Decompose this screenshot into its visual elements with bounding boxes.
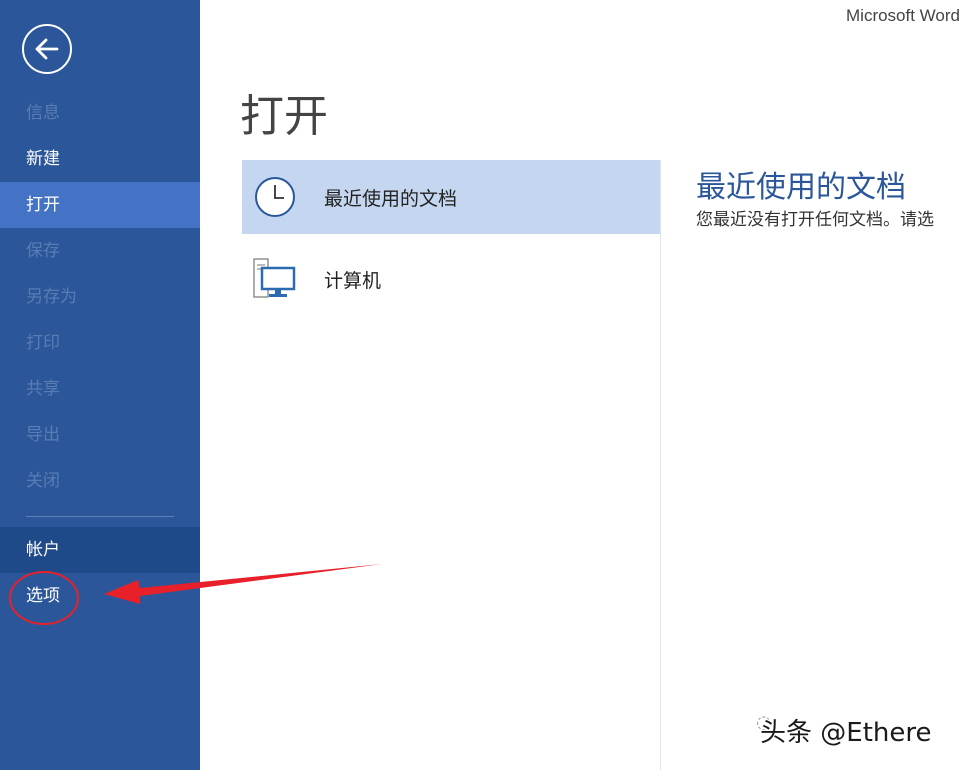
nav-new[interactable]: 新建 — [0, 136, 200, 182]
place-recent[interactable]: 最近使用的文档 — [242, 160, 660, 234]
place-label: 最近使用的文档 — [324, 187, 458, 210]
arrow-left-icon — [35, 38, 59, 60]
watermark-text: 头条 @Ethere — [760, 718, 932, 748]
nav-export: 导出 — [26, 425, 60, 445]
nav-share: 共享 — [26, 379, 60, 399]
nav-save: 保存 — [26, 241, 60, 261]
nav-save-as: 另存为 — [26, 287, 77, 307]
recent-documents-heading: 最近使用的文档 — [696, 170, 906, 205]
recent-documents-empty-message: 您最近没有打开任何文档。请选 — [696, 210, 934, 230]
sidebar-divider — [26, 516, 174, 517]
nav-open[interactable]: 打开 — [0, 182, 200, 228]
backstage-sidebar: 信息 新建 打开 保存 另存为 打印 共享 导出 关闭 帐户 选项 — [0, 0, 200, 770]
nav-account[interactable]: 帐户 — [0, 527, 200, 573]
place-label: 计算机 — [324, 269, 382, 292]
nav-close: 关闭 — [26, 471, 60, 491]
open-places-list: 最近使用的文档 计算机 — [242, 160, 660, 316]
back-button[interactable] — [22, 24, 72, 74]
nav-info: 信息 — [26, 103, 60, 123]
panel-divider — [660, 160, 661, 770]
clock-icon — [252, 174, 298, 220]
nav-options[interactable]: 选项 — [0, 573, 200, 619]
place-computer[interactable]: 计算机 — [242, 242, 660, 316]
nav-print: 打印 — [26, 333, 60, 353]
page-title: 打开 — [240, 91, 328, 142]
window-title: Microsoft Word — [846, 6, 960, 25]
computer-icon — [252, 256, 298, 302]
